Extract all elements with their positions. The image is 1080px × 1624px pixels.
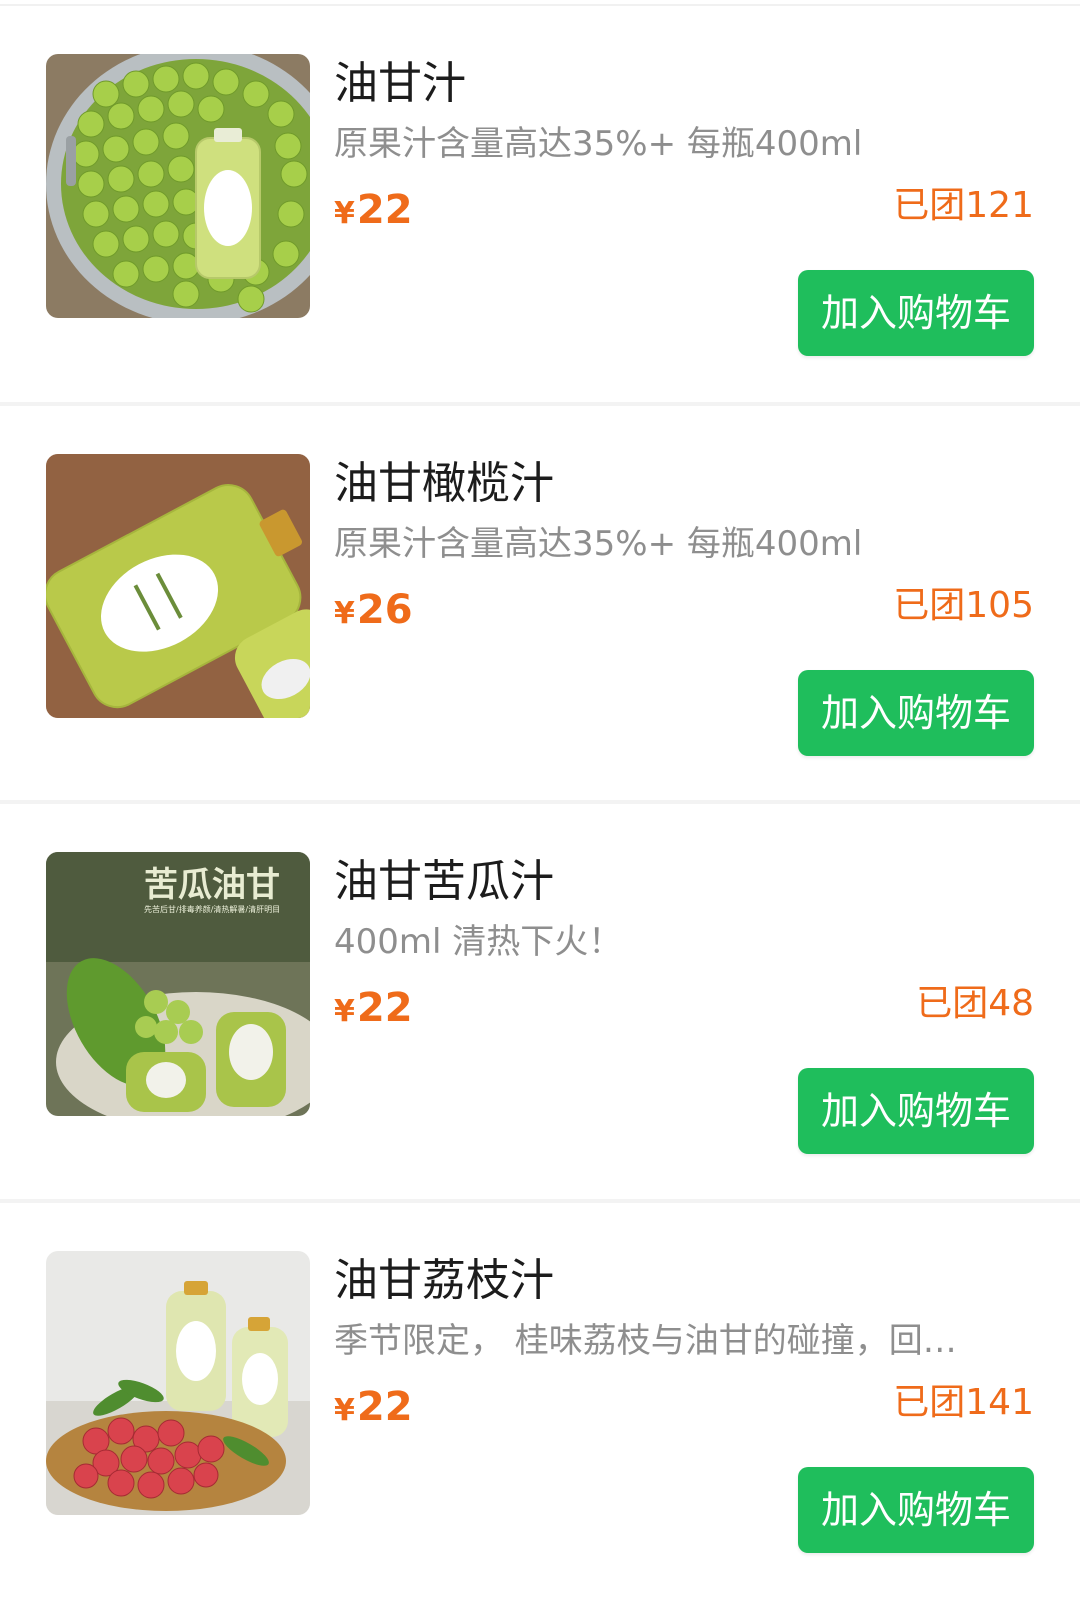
image-subtext: 先苦后甘/排毒养颜/清热解暑/清肝明目 — [144, 904, 280, 914]
product-list: 油甘汁 原果汁含量高达35%+ 每瓶400ml ¥22 已团121 加入购物车 … — [0, 0, 1080, 1624]
product-card[interactable]: 油甘橄榄汁 原果汁含量高达35%+ 每瓶400ml ¥26 已团105 加入购物… — [0, 406, 1080, 804]
price-value: 26 — [356, 587, 413, 633]
currency-symbol: ¥ — [334, 196, 355, 231]
product-card[interactable]: 苦瓜油甘 先苦后甘/排毒养颜/清热解暑/清肝明目 油甘苦瓜汁 400ml 清热下… — [0, 804, 1080, 1202]
price-value: 22 — [356, 985, 413, 1031]
currency-symbol: ¥ — [334, 994, 355, 1029]
image-text: 苦瓜油甘 — [144, 865, 280, 905]
currency-symbol: ¥ — [334, 596, 355, 631]
price-value: 22 — [356, 187, 413, 233]
add-to-cart-button[interactable]: 加入购物车 — [798, 1068, 1034, 1154]
product-title[interactable]: 油甘苦瓜汁 — [334, 854, 554, 910]
product-card[interactable]: 油甘汁 原果汁含量高达35%+ 每瓶400ml ¥22 已团121 加入购物车 — [0, 6, 1080, 404]
product-price: ¥22 — [334, 1381, 413, 1437]
amla-juice-image — [46, 54, 310, 318]
add-to-cart-button[interactable]: 加入购物车 — [798, 670, 1034, 756]
product-price: ¥22 — [334, 184, 413, 240]
product-description: 400ml 清热下火！ — [334, 922, 623, 962]
product-image[interactable] — [46, 1251, 310, 1515]
add-to-cart-button[interactable]: 加入购物车 — [798, 270, 1034, 356]
product-description: 原果汁含量高达35%+ 每瓶400ml — [334, 524, 863, 564]
sold-count: 已团121 — [893, 185, 1034, 226]
amla-olive-juice-image — [46, 454, 310, 718]
product-image[interactable] — [46, 454, 310, 718]
sold-count: 已团105 — [893, 585, 1034, 626]
currency-symbol: ¥ — [334, 1393, 355, 1428]
product-card[interactable]: 油甘荔枝汁 季节限定， 桂味荔枝与油甘的碰撞，回… ¥22 已团141 加入购物… — [0, 1203, 1080, 1601]
bitter-melon-amla-image: 苦瓜油甘 先苦后甘/排毒养颜/清热解暑/清肝明目 — [46, 852, 310, 1116]
product-image[interactable]: 苦瓜油甘 先苦后甘/排毒养颜/清热解暑/清肝明目 — [46, 852, 310, 1116]
product-description: 原果汁含量高达35%+ 每瓶400ml — [334, 124, 863, 164]
price-value: 22 — [356, 1384, 413, 1430]
product-title[interactable]: 油甘荔枝汁 — [334, 1253, 554, 1309]
lychee-amla-image — [46, 1251, 310, 1515]
product-price: ¥22 — [334, 982, 413, 1038]
sold-count: 已团48 — [916, 983, 1034, 1024]
product-description: 季节限定， 桂味荔枝与油甘的碰撞，回… — [334, 1321, 957, 1361]
sold-count: 已团141 — [893, 1382, 1034, 1423]
product-price: ¥26 — [334, 584, 413, 640]
product-title[interactable]: 油甘汁 — [334, 56, 466, 112]
product-image[interactable] — [46, 54, 310, 318]
product-title[interactable]: 油甘橄榄汁 — [334, 456, 554, 512]
add-to-cart-button[interactable]: 加入购物车 — [798, 1467, 1034, 1553]
